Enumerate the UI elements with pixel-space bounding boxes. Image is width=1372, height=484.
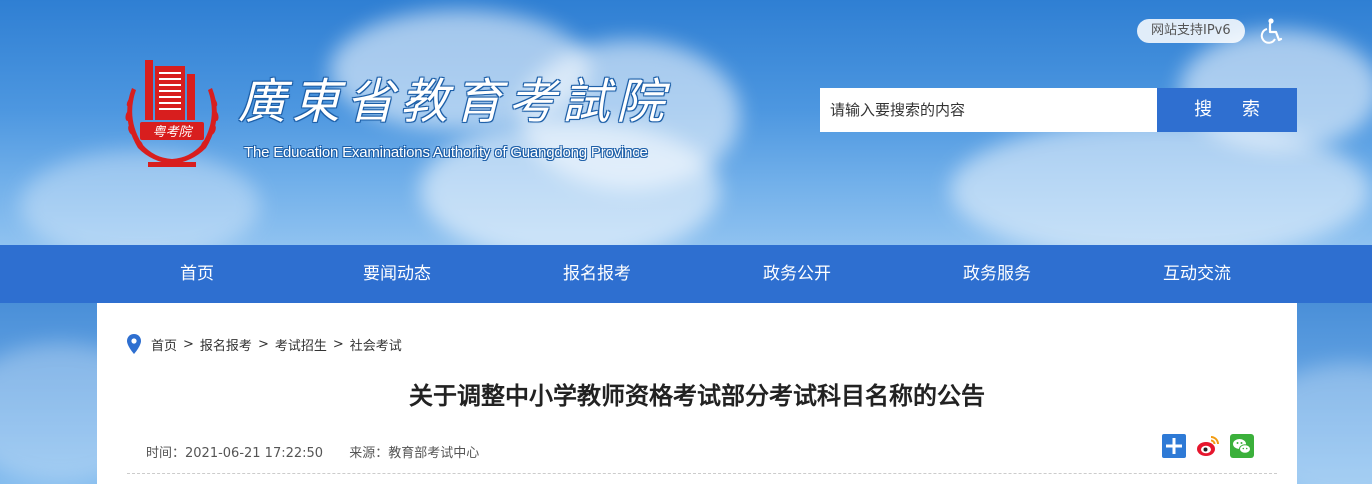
article-source: 来源：教育部考试中心 xyxy=(349,446,480,461)
search-button[interactable]: 搜 索 xyxy=(1157,88,1297,132)
article-title: 关于调整中小学教师资格考试部分考试科目名称的公告 xyxy=(409,382,985,410)
nav-item-home[interactable]: 首页 xyxy=(97,245,297,303)
nav-item-news[interactable]: 要闻动态 xyxy=(297,245,497,303)
breadcrumb-social-exams[interactable]: 社会考试 xyxy=(350,335,402,354)
breadcrumb-separator: > xyxy=(183,336,194,352)
ipv6-badge: 网站支持IPv6 xyxy=(1137,19,1245,43)
breadcrumb-registration[interactable]: 报名报考 xyxy=(200,335,252,354)
nav-item-gov-services[interactable]: 政务服务 xyxy=(897,245,1097,303)
wechat-icon[interactable] xyxy=(1230,434,1254,458)
nav-item-registration[interactable]: 报名报考 xyxy=(497,245,697,303)
location-pin-icon xyxy=(127,334,141,354)
search-input[interactable] xyxy=(820,88,1157,132)
breadcrumb: 首页 > 报名报考 > 考试招生 > 社会考试 xyxy=(127,334,402,354)
search-box xyxy=(820,88,1157,132)
weibo-icon[interactable] xyxy=(1196,434,1220,458)
logo-seal-text: 粤考院 xyxy=(152,124,193,140)
article-meta: 时间：2021-06-21 17:22:50 来源：教育部考试中心 xyxy=(146,442,501,461)
nav-item-gov-affairs[interactable]: 政务公开 xyxy=(697,245,897,303)
add-share-icon[interactable] xyxy=(1162,434,1186,458)
breadcrumb-separator: > xyxy=(257,336,269,352)
site-header: 粤考院 廣東省教育考試院 The Education Examinations … xyxy=(0,0,1372,245)
site-title[interactable]: 廣東省教育考試院 xyxy=(238,62,670,132)
article-divider xyxy=(127,473,1277,474)
article-panel: 首页 > 报名报考 > 考试招生 > 社会考试 关于调整中小学教师资格考试部分考… xyxy=(97,303,1297,484)
accessibility-icon[interactable] xyxy=(1260,18,1284,44)
article-time: 时间：2021-06-21 17:22:50 xyxy=(146,446,324,461)
main-nav: 首页 要闻动态 报名报考 政务公开 政务服务 互动交流 xyxy=(0,245,1372,303)
breadcrumb-separator: > xyxy=(332,336,344,352)
site-subtitle: The Education Examinations Authority of … xyxy=(244,144,648,161)
nav-item-interaction[interactable]: 互动交流 xyxy=(1097,245,1297,303)
breadcrumb-exam-enrollment[interactable]: 考试招生 xyxy=(275,335,327,354)
authority-logo[interactable]: 粤考院 xyxy=(118,58,226,170)
breadcrumb-home[interactable]: 首页 xyxy=(151,335,177,354)
